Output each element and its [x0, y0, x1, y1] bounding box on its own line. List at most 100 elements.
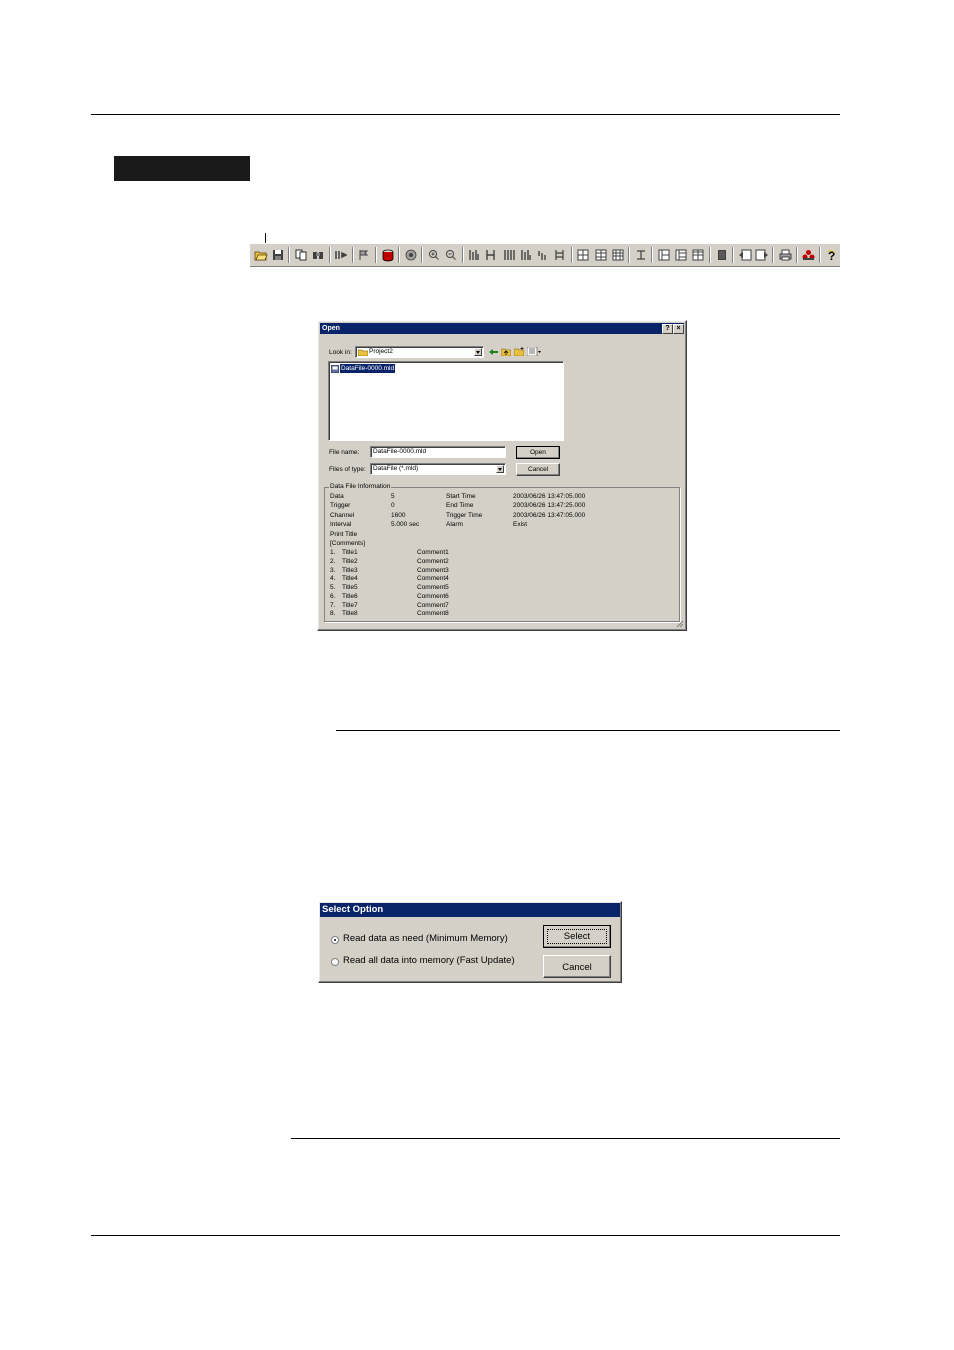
file-item-label: DataFile-0000.mld — [340, 364, 396, 373]
toolbar-separator — [351, 247, 354, 263]
row-title: Title7 — [342, 601, 358, 609]
toolbar-separator — [651, 247, 654, 263]
chevron-down-icon[interactable] — [496, 465, 504, 473]
bottom-rule — [91, 1235, 840, 1236]
list-item: 7. Title7 Comment7 — [330, 602, 530, 611]
align-icon[interactable] — [633, 247, 648, 264]
select-option-dialog: Select Option Read data as need (Minimum… — [318, 901, 622, 983]
print-icon[interactable] — [777, 247, 792, 264]
cursor-b-icon[interactable] — [484, 247, 499, 264]
files-of-type-label: Files of type: — [329, 466, 366, 473]
split2-icon[interactable] — [674, 247, 689, 264]
split3-icon[interactable] — [691, 247, 706, 264]
grid2-icon[interactable] — [593, 247, 608, 264]
info-start-time-label: Start Time — [446, 493, 476, 500]
select-button-label: Select — [563, 931, 591, 942]
row-comment: Comment7 — [417, 601, 449, 609]
select-cancel-button[interactable]: Cancel — [543, 955, 611, 978]
open-file-icon[interactable] — [253, 247, 268, 264]
list-item: 3. Title3 Comment3 — [330, 567, 530, 576]
toolbar-separator — [818, 247, 821, 263]
trigger-icon[interactable] — [553, 247, 568, 264]
close-button[interactable]: × — [673, 324, 684, 334]
title-comment-list: 1. Title1 Comment1 2. Title2 Comment2 3.… — [330, 549, 530, 619]
back-arrow-icon[interactable] — [489, 348, 498, 356]
select-option-title: Select Option — [322, 904, 384, 915]
row-comment: Comment3 — [417, 566, 449, 574]
help-icon[interactable]: ? — [824, 247, 839, 264]
option-minimum-memory-radio[interactable] — [331, 936, 339, 944]
database-icon[interactable] — [380, 247, 395, 264]
find-icon[interactable] — [311, 247, 326, 264]
file-item[interactable]: DataFile-0000.mld — [331, 364, 396, 373]
bars2-icon[interactable] — [518, 247, 533, 264]
files-of-type-dropdown[interactable]: DataFile (*.mld) — [370, 463, 506, 475]
file-list[interactable]: DataFile-0000.mld — [328, 361, 564, 441]
save-icon[interactable] — [270, 247, 285, 264]
zoom-out-icon[interactable] — [444, 247, 459, 264]
chevron-down-icon[interactable] — [474, 348, 482, 356]
record-icon[interactable] — [403, 247, 418, 264]
bars-icon[interactable] — [501, 247, 516, 264]
cancel-button[interactable]: Cancel — [516, 463, 560, 476]
list-item: 6. Title6 Comment6 — [330, 593, 530, 602]
select-cancel-button-label: Cancel — [562, 962, 592, 973]
row-number: 6. — [330, 592, 336, 600]
row-number: 5. — [330, 584, 336, 591]
sheet-icon[interactable] — [714, 247, 729, 264]
group-icon[interactable] — [801, 247, 816, 264]
info-channel-value: 1600 — [391, 512, 406, 519]
look-in-label: Look in: — [329, 349, 352, 356]
toolbar-separator — [795, 247, 798, 263]
file-name-input[interactable]: DataFile-0000.mld — [370, 446, 506, 458]
split1-icon[interactable] — [656, 247, 671, 264]
row-comment: Comment6 — [417, 592, 449, 600]
row-number: 2. — [330, 557, 336, 565]
cursor-a-icon[interactable] — [467, 247, 482, 264]
files-of-type-value: DataFile (*.mld) — [373, 465, 419, 472]
toolbar-separator — [772, 247, 775, 263]
view-menu-icon[interactable] — [527, 347, 541, 356]
zoom-in-icon[interactable] — [426, 247, 441, 264]
marker-icon[interactable] — [357, 247, 372, 264]
list-item: 5. Title5 Comment5 — [330, 584, 530, 593]
resize-grip-icon[interactable] — [676, 620, 684, 628]
up-folder-icon[interactable] — [501, 347, 511, 356]
row-number: 8. — [330, 610, 336, 618]
row-title: Title8 — [342, 610, 358, 618]
new-folder-icon[interactable] — [514, 347, 524, 356]
option-fast-update-label[interactable]: Read all data into memory (Fast Update) — [343, 955, 515, 966]
info-interval-label: Interval — [330, 521, 352, 528]
row-title: Title1 — [342, 549, 358, 556]
info-alarm-label: Alarm — [446, 521, 463, 528]
info-trigger-value: 0 — [391, 502, 395, 509]
info-trigger-time-value: 2003/06/26 13:47:05.000 — [513, 512, 586, 519]
data-file-information-label: Data File Information — [329, 483, 392, 490]
row-title: Title6 — [342, 592, 358, 600]
toolbar-separator — [398, 247, 401, 263]
option-fast-update-radio[interactable] — [331, 958, 339, 966]
info-start-time-value: 2003/06/26 13:47:05.000 — [513, 493, 586, 500]
top-rule — [91, 114, 840, 115]
forward-icon[interactable] — [754, 247, 769, 264]
row-comment: Comment4 — [417, 575, 449, 583]
option-minimum-memory-label[interactable]: Read data as need (Minimum Memory) — [343, 933, 508, 944]
grid1-icon[interactable] — [576, 247, 591, 264]
help-button[interactable]: ? — [662, 324, 673, 334]
list-item: 2. Title2 Comment2 — [330, 558, 530, 567]
grid3-icon[interactable] — [610, 247, 625, 264]
toolbar: ? — [250, 243, 840, 267]
jump-icon[interactable] — [334, 247, 349, 264]
file-name-value: DataFile-0000.mld — [373, 448, 427, 455]
copy-icon[interactable] — [293, 247, 308, 264]
look-in-dropdown[interactable]: Project2 — [355, 346, 484, 358]
row-title: Title3 — [342, 566, 358, 574]
open-button[interactable]: Open — [516, 446, 560, 459]
step-icon[interactable] — [535, 247, 550, 264]
info-end-time-value: 2003/06/26 13:47:25.000 — [513, 502, 586, 509]
open-dialog-title: Open — [322, 325, 340, 332]
toolbar-separator — [708, 247, 711, 263]
info-data-value: 5 — [391, 493, 395, 500]
select-button[interactable]: Select — [543, 925, 611, 948]
back-icon[interactable] — [737, 247, 752, 264]
